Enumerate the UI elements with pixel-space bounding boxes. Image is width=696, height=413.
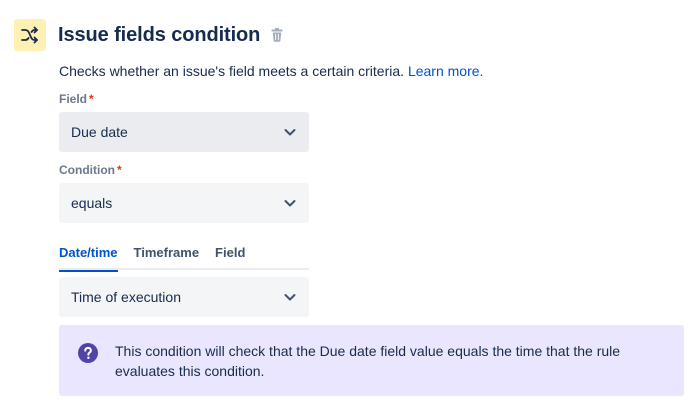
condition-select[interactable]: equals — [59, 183, 309, 223]
question-circle-icon — [77, 342, 99, 364]
chevron-down-icon — [283, 196, 297, 210]
trash-icon[interactable] — [271, 28, 283, 42]
learn-more-link[interactable]: Learn more. — [408, 63, 483, 79]
tab-field[interactable]: Field — [215, 244, 245, 270]
info-message: This condition will check that the Due d… — [115, 341, 620, 380]
condition-label: Condition * — [59, 163, 122, 177]
condition-label-text: Condition — [59, 163, 115, 177]
field-select[interactable]: Due date — [59, 112, 309, 152]
time-value-select[interactable]: Time of execution — [59, 277, 309, 317]
info-panel: This condition will check that the Due d… — [59, 325, 684, 396]
shuffle-icon — [14, 19, 46, 51]
required-marker: * — [116, 163, 122, 177]
chevron-down-icon — [283, 125, 297, 139]
field-label: Field * — [59, 92, 94, 106]
tab-timeframe[interactable]: Timeframe — [134, 244, 200, 270]
chevron-down-icon — [283, 290, 297, 304]
description: Checks whether an issue's field meets a … — [59, 63, 483, 79]
header: Issue fields condition — [14, 18, 283, 52]
page-title: Issue fields condition — [58, 23, 261, 46]
tab-date-time[interactable]: Date/time — [59, 244, 118, 272]
value-type-tabs: Date/time Timeframe Field — [59, 244, 309, 272]
required-marker: * — [89, 92, 94, 106]
field-label-text: Field — [59, 92, 88, 106]
time-value-select-value: Time of execution — [71, 289, 181, 305]
info-line-1: This condition will check that the Due d… — [115, 343, 621, 359]
condition-select-value: equals — [71, 195, 113, 211]
info-line-2: evaluates this condition. — [115, 363, 265, 379]
field-select-value: Due date — [71, 124, 128, 140]
description-text: Checks whether an issue's field meets a … — [59, 63, 405, 79]
